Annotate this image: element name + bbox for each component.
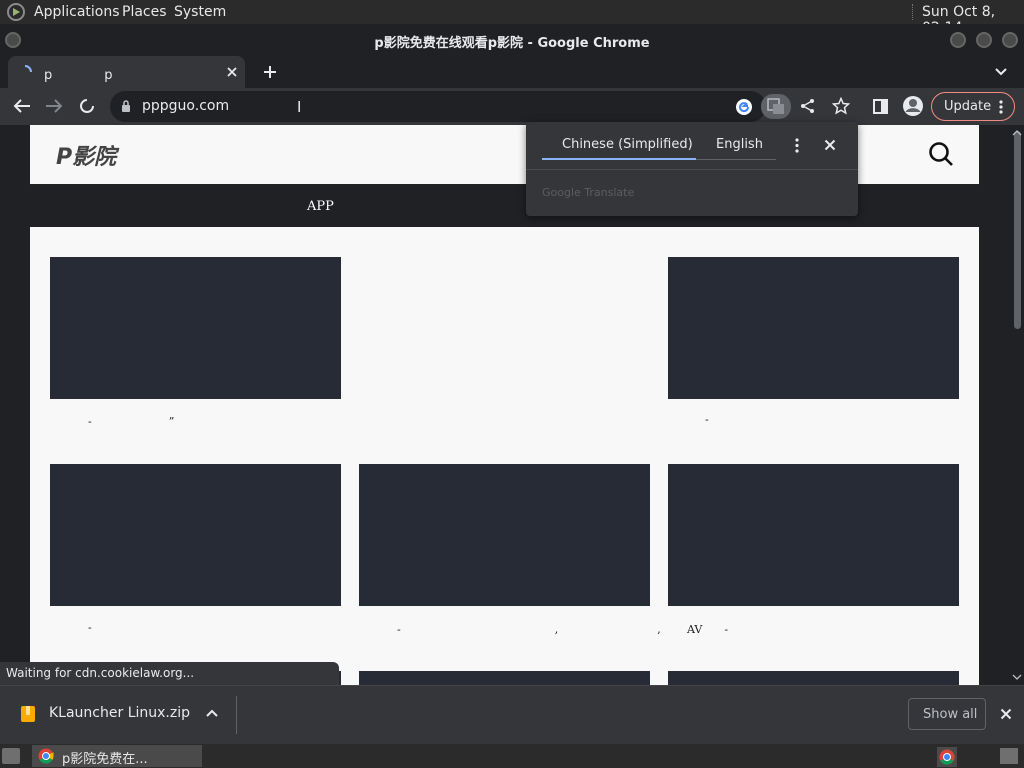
video-caption[interactable]: - ” xyxy=(88,413,174,429)
update-label: Update xyxy=(944,99,992,114)
side-panel-icon[interactable] xyxy=(873,99,888,114)
translate-icon xyxy=(767,98,784,114)
kebab-menu-icon[interactable] xyxy=(998,99,1004,115)
taskbar-window-label: p影院免费在... xyxy=(62,752,148,767)
video-caption[interactable]: - xyxy=(88,621,92,634)
close-window-button[interactable] xyxy=(1002,32,1018,48)
translate-options-icon[interactable] xyxy=(794,138,800,153)
video-thumbnail[interactable] xyxy=(50,257,341,399)
site-logo[interactable]: P影院 xyxy=(56,139,116,171)
tab-search-chevron-icon[interactable] xyxy=(994,66,1008,78)
status-bubble: Waiting for cdn.cookielaw.org... xyxy=(0,662,339,685)
forward-arrow-icon[interactable] xyxy=(45,98,63,114)
back-arrow-icon[interactable] xyxy=(13,98,31,114)
show-all-button[interactable]: Show all xyxy=(908,698,986,730)
url-text[interactable]: pppguo.com xyxy=(142,98,229,114)
update-button[interactable]: Update xyxy=(931,92,1015,121)
menu-system[interactable]: System xyxy=(174,4,226,20)
nav-item-app[interactable]: APP xyxy=(307,199,334,214)
tab-divider xyxy=(696,159,776,160)
browser-toolbar: pppguo.com I Update xyxy=(0,88,1024,125)
system-top-bar: Applications Places System Sun Oct 8, 02… xyxy=(0,0,1024,36)
text-cursor-icon: I xyxy=(297,98,302,116)
close-downloads-icon[interactable] xyxy=(1000,708,1012,720)
window-title-bar[interactable]: p影院免费在线观看p影院 - Google Chrome xyxy=(0,24,1024,56)
tab-strip: p p xyxy=(0,56,1024,88)
video-thumbnail[interactable] xyxy=(668,671,959,685)
card-grid: - ” - - - , , AV - xyxy=(30,227,979,685)
browser-tab[interactable]: p p xyxy=(8,56,245,88)
window-title: p影院免费在线观看p影院 - Google Chrome xyxy=(374,36,650,51)
share-icon[interactable] xyxy=(800,98,816,114)
video-thumbnail[interactable] xyxy=(50,464,341,606)
download-item-divider xyxy=(236,696,237,734)
menu-places[interactable]: Places xyxy=(122,4,167,20)
translate-button[interactable] xyxy=(761,94,791,119)
panel-separator xyxy=(912,4,914,20)
download-options-chevron-icon[interactable] xyxy=(206,709,218,717)
scroll-up-icon[interactable] xyxy=(1012,130,1022,136)
minimize-button[interactable] xyxy=(950,32,966,48)
video-thumbnail[interactable] xyxy=(668,464,959,606)
video-caption[interactable]: - , , xyxy=(397,621,661,637)
loading-spinner-icon xyxy=(80,99,94,113)
target-language-tab[interactable]: English xyxy=(716,137,763,152)
video-thumbnail[interactable] xyxy=(359,464,650,606)
tab-loading-icon xyxy=(24,65,32,73)
active-tab-indicator xyxy=(542,158,696,160)
web-content: P影院 APP - ” - - - , , AV - xyxy=(0,125,1024,685)
google-lens-icon[interactable] xyxy=(735,98,753,116)
lock-icon[interactable] xyxy=(121,100,131,113)
google-translate-brand: Google Translate xyxy=(542,186,635,199)
download-file-name[interactable]: KLauncher Linux.zip xyxy=(49,705,190,721)
video-caption[interactable]: AV - xyxy=(687,621,728,637)
new-tab-icon[interactable] xyxy=(262,64,278,80)
chrome-icon xyxy=(38,748,54,764)
video-thumbnail[interactable] xyxy=(359,671,650,685)
maximize-button[interactable] xyxy=(976,32,992,48)
video-caption[interactable]: - xyxy=(705,413,709,426)
popup-divider xyxy=(526,169,858,170)
video-thumbnail[interactable] xyxy=(668,257,959,399)
source-language-tab[interactable]: Chinese (Simplified) xyxy=(562,137,693,152)
bookmark-star-icon[interactable] xyxy=(832,97,850,115)
address-bar[interactable]: pppguo.com I xyxy=(110,91,850,122)
system-taskbar: p影院免费在... xyxy=(0,744,1024,768)
scrollbar-thumb[interactable] xyxy=(1014,131,1021,329)
tab-close-icon[interactable] xyxy=(226,66,238,78)
tray-chrome-icon[interactable] xyxy=(937,747,957,767)
translate-close-icon[interactable] xyxy=(824,139,836,151)
profile-avatar-icon[interactable] xyxy=(902,95,924,117)
menu-applications[interactable]: Applications xyxy=(34,4,120,20)
translate-popup: Chinese (Simplified) English Google Tran… xyxy=(526,122,858,216)
show-all-label: Show all xyxy=(923,707,978,722)
status-text: Waiting for cdn.cookielaw.org... xyxy=(6,666,195,680)
scroll-down-icon[interactable] xyxy=(1012,674,1022,680)
workspace-switcher[interactable] xyxy=(1000,748,1018,764)
zip-file-icon xyxy=(21,706,35,722)
show-desktop-icon[interactable] xyxy=(2,748,20,764)
tab-title: p p xyxy=(44,68,113,83)
search-icon[interactable] xyxy=(928,141,954,167)
distro-logo-icon[interactable] xyxy=(6,2,28,22)
taskbar-window-button[interactable]: p影院免费在... xyxy=(32,745,202,767)
download-shelf: KLauncher Linux.zip Show all xyxy=(0,685,1024,744)
